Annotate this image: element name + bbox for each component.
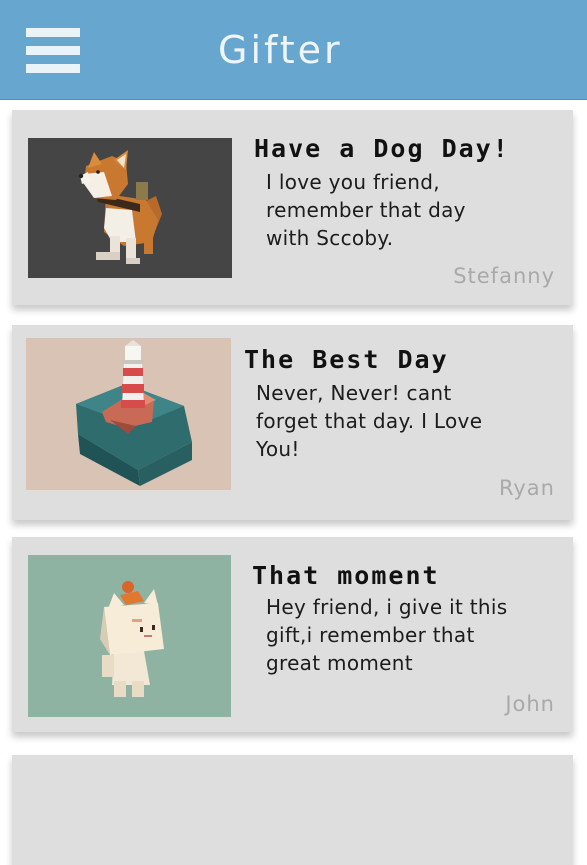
lighthouse-image [26,338,231,490]
app-header: Gifter [0,0,587,100]
menu-line [26,28,80,37]
card-author: Ryan [498,476,555,500]
gift-card[interactable]: That moment Hey friend, i give it this g… [12,537,573,732]
cat-character-image [28,555,231,717]
app-title: Gifter [218,28,343,72]
menu-line [26,46,80,55]
hamburger-menu-icon[interactable] [26,28,80,74]
card-message: Never, Never! cant forget that day. I Lo… [256,381,483,461]
corgi-dog-image [28,138,232,278]
gift-card[interactable]: The Best Day Never, Never! cant forget t… [12,325,573,520]
card-title: Have a Dog Day! [254,134,510,163]
card-message: Hey friend, i give it this gift,i rememb… [266,595,508,675]
menu-line [26,64,80,73]
card-message: I love you friend, remember that day wit… [266,170,466,250]
card-title: The Best Day [244,345,449,374]
card-author: Stefanny [453,264,555,288]
card-title: That moment [252,561,440,590]
card-author: John [505,692,555,716]
gift-card-placeholder[interactable] [12,755,573,865]
gift-card[interactable]: Have a Dog Day! I love you friend, remem… [12,110,573,305]
